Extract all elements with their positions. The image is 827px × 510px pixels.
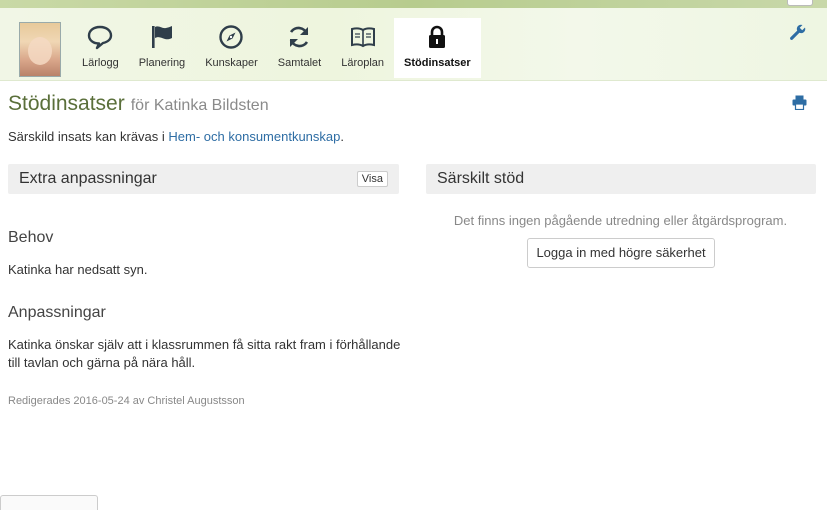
wrench-icon[interactable] [789, 23, 807, 41]
nav-item-kunskaper[interactable]: Kunskaper [195, 18, 268, 78]
nav-item-samtalet[interactable]: Samtalet [268, 18, 331, 78]
behov-heading: Behov [8, 229, 54, 246]
nav-label: Lärlogg [82, 57, 119, 69]
sarskilt-stod-title: Särskilt stöd [437, 170, 525, 187]
anpassningar-text: Katinka önskar själv att i klassrummen f… [8, 337, 401, 370]
nav-label: Kunskaper [205, 57, 258, 69]
page-title: Stödinsatser för Katinka Bildsten [8, 92, 269, 116]
no-program-text: Det finns ingen pågående utredning eller… [453, 213, 788, 228]
anpassningar-heading: Anpassningar [8, 304, 106, 321]
sarskilt-stod-header: Särskilt stöd [426, 164, 816, 194]
edited-info: Redigerades 2016-05-24 av Christel Augus… [8, 395, 245, 407]
compass-icon [218, 22, 244, 52]
extra-anpassningar-header: Extra anpassningar Visa [8, 164, 399, 194]
nav-label: Läroplan [341, 57, 385, 69]
top-decor-strip [0, 0, 827, 8]
page-subtitle: för Katinka Bildsten [130, 97, 269, 114]
subject-link[interactable]: Hem- och konsumentkunskap [168, 129, 340, 144]
print-icon[interactable] [792, 95, 807, 111]
top-corner-tab[interactable] [787, 0, 813, 6]
nav-label: Stödinsatser [404, 57, 471, 69]
bottom-tab[interactable] [0, 495, 98, 510]
lock-icon [424, 22, 450, 52]
intro-suffix: . [340, 129, 345, 144]
speech-bubble-icon [87, 22, 113, 52]
nav-item-planering[interactable]: Planering [129, 18, 195, 78]
top-navigation-bar: Lärlogg Planering Kunskaper Samtalet Lär… [0, 0, 827, 81]
avatar[interactable] [19, 22, 61, 77]
flag-icon [149, 22, 175, 52]
visa-button[interactable]: Visa [356, 171, 388, 187]
nav-item-larlogg[interactable]: Lärlogg [72, 18, 129, 78]
nav-item-laroplan[interactable]: Läroplan [331, 18, 394, 78]
nav-label: Samtalet [277, 57, 322, 69]
refresh-icon [286, 22, 312, 52]
main-nav: Lärlogg Planering Kunskaper Samtalet Lär… [72, 18, 481, 78]
behov-text: Katinka har nedsatt syn. [8, 262, 148, 277]
intro-text: Särskild insats kan krävas i Hem- och ko… [8, 129, 344, 144]
nav-label: Planering [138, 57, 186, 69]
login-higher-security-button[interactable]: Logga in med högre säkerhet [527, 238, 715, 268]
intro-prefix: Särskild insats kan krävas i [8, 129, 169, 144]
nav-item-stodinsatser[interactable]: Stödinsatser [394, 18, 481, 78]
extra-anpassningar-title: Extra anpassningar [19, 170, 157, 187]
open-book-icon [350, 22, 376, 52]
page-title-text: Stödinsatser [8, 92, 125, 115]
